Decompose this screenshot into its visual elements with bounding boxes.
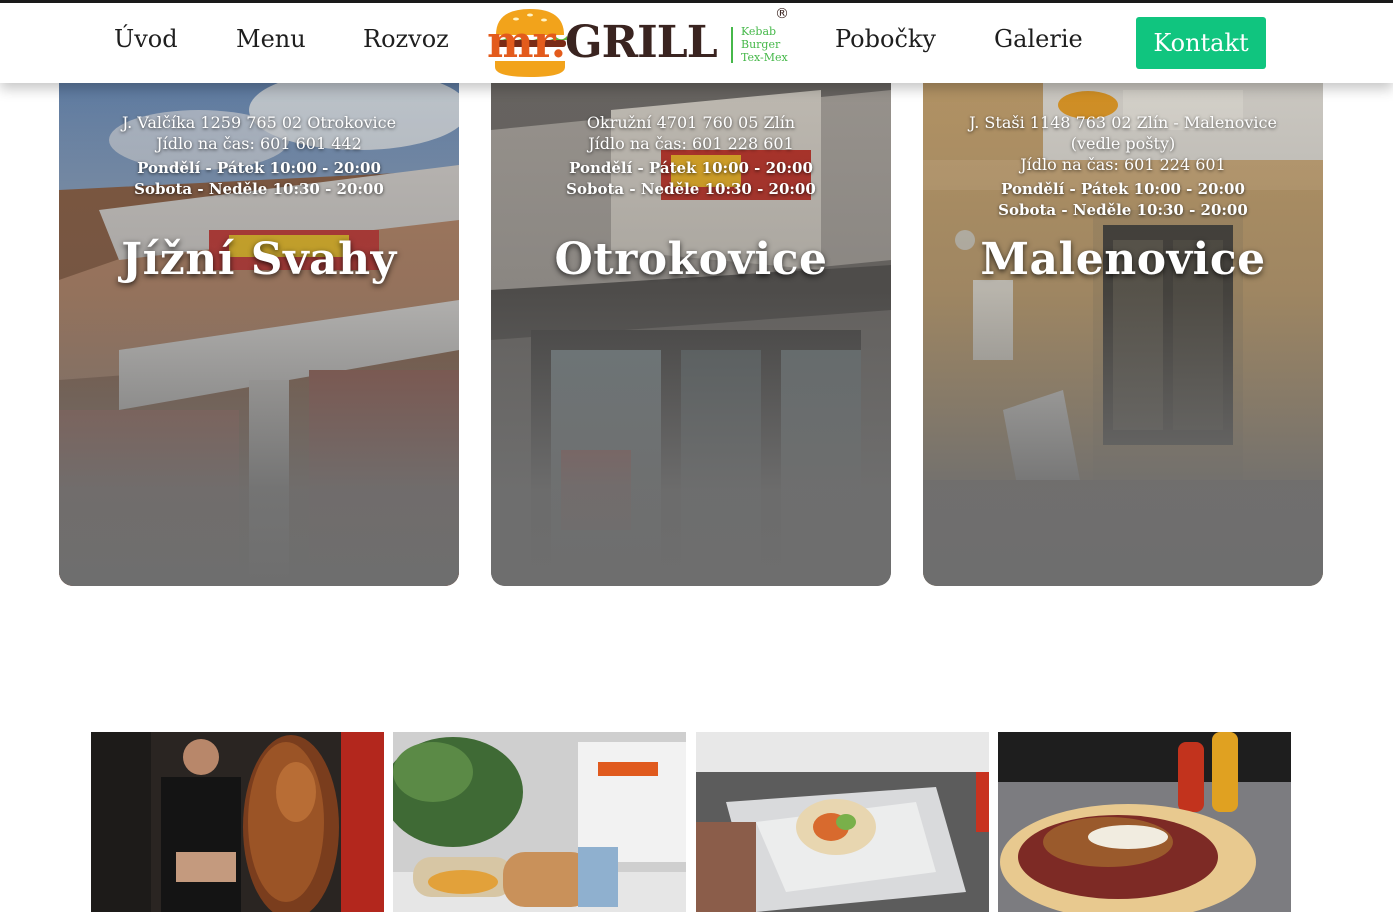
logo-divider [731,27,733,63]
nav-link-rozvoz[interactable]: Rozvoz [363,25,449,53]
nav-link-galerie[interactable]: Galerie [994,25,1083,53]
branch-hours: Pondělí - Pátek 10:00 - 20:00 Sobota - N… [923,179,1323,221]
branch-hours: Pondělí - Pátek 10:00 - 20:00 Sobota - N… [59,158,459,200]
phone-line: Jídlo na čas: 601 228 601 [588,134,794,153]
address-line-note: (vedle pošty) [1070,134,1176,153]
logo-mr-text: mr. [487,17,566,68]
registered-mark: ® [775,6,789,22]
hours-weekday: Pondělí - Pátek 10:00 - 20:00 [1001,180,1245,198]
branch-card-malenovice[interactable]: J. Staši 1148 763 02 Zlín - Malenovice (… [923,50,1323,586]
hours-weekday: Pondělí - Pátek 10:00 - 20:00 [137,159,381,177]
address-line: J. Valčíka 1259 765 02 Otrokovice [121,113,397,132]
logo-tagline-burger: Burger [741,38,781,51]
nav-link-uvod[interactable]: Úvod [114,25,178,53]
branch-card-otrokovice[interactable]: Okružní 4701 760 05 Zlín Jídlo na čas: 6… [491,50,891,586]
kontakt-button[interactable]: Kontakt [1136,17,1266,69]
address-line: Okružní 4701 760 05 Zlín [586,113,796,132]
branch-name: Otrokovice [554,234,828,285]
logo-grill-text: GRILL [565,17,718,68]
hours-weekend: Sobota - Neděle 10:30 - 20:00 [998,201,1248,219]
site-header: Úvod Menu Rozvoz mr.GRILL Kebab Burger T… [0,3,1393,83]
gallery-image-wraps[interactable] [393,732,686,912]
branch-address: J. Staši 1148 763 02 Zlín - Malenovice (… [923,112,1323,175]
address-line: J. Staši 1148 763 02 Zlín - Malenovice [969,113,1277,132]
nav-link-menu[interactable]: Menu [236,25,306,53]
phone-line: Jídlo na čas: 601 224 601 [1020,155,1226,174]
gallery-image-kebab-spit[interactable] [91,732,384,912]
gallery-image-wrapping[interactable] [696,732,989,912]
gallery-photo [393,732,686,912]
gallery-photo [998,732,1291,912]
hours-weekend: Sobota - Neděle 10:30 - 20:00 [566,180,816,198]
site-logo[interactable]: mr.GRILL Kebab Burger Tex-Mex ® [487,3,797,83]
branch-name: Jížní Svahy [121,234,397,285]
gallery-image-tortilla[interactable] [998,732,1291,912]
logo-wordmark: mr.GRILL [487,17,718,68]
branch-hours: Pondělí - Pátek 10:00 - 20:00 Sobota - N… [491,158,891,200]
branch-card-jizni-svahy[interactable]: J. Valčíka 1259 765 02 Otrokovice Jídlo … [59,50,459,586]
hours-weekday: Pondělí - Pátek 10:00 - 20:00 [569,159,813,177]
branch-address: J. Valčíka 1259 765 02 Otrokovice Jídlo … [59,112,459,154]
logo-tagline-texmex: Tex-Mex [741,51,788,64]
gallery-photo [696,732,989,912]
logo-tagline-kebab: Kebab [741,25,777,38]
nav-link-pobocky[interactable]: Pobočky [835,25,936,53]
hours-weekend: Sobota - Neděle 10:30 - 20:00 [134,180,384,198]
branch-name: Malenovice [980,234,1266,285]
gallery-photo [91,732,384,912]
branch-address: Okružní 4701 760 05 Zlín Jídlo na čas: 6… [491,112,891,154]
phone-line: Jídlo na čas: 601 601 442 [156,134,362,153]
top-border-line [0,0,1393,3]
